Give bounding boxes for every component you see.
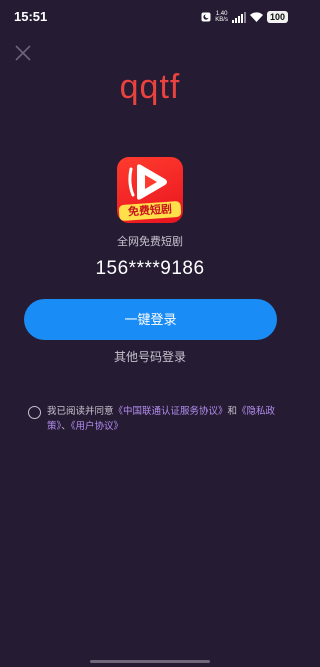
agreement-text: 我已阅读并同意《中国联通认证服务协议》和《隐私政策》、《用户协议》 [47,404,279,434]
agreement-prefix: 我已阅读并同意 [47,406,114,417]
play-icon [128,164,167,200]
app-subtitle: 全网免费短剧 [117,235,183,248]
app-title: qqtf [119,68,181,106]
other-number-login-link[interactable]: 其他号码登录 [0,348,300,365]
close-icon[interactable] [13,43,33,63]
one-click-login-button[interactable]: 一键登录 [24,299,277,340]
status-time: 15:51 [14,9,48,24]
do-not-disturb-icon [201,12,211,22]
signal-icon [231,11,246,23]
agreement-separator: 、 [61,421,71,432]
masked-phone-number: 156****9186 [95,258,205,279]
network-speed-unit: KB/s [215,17,228,23]
home-indicator[interactable] [90,660,210,663]
agreement-conj: 和 [227,406,238,417]
user-agreement-link[interactable]: 《用户协议》 [71,421,123,432]
app-logo: 免费短剧 [117,157,183,223]
network-speed: 1.40 KB/s [215,11,228,23]
battery-indicator: 100 [266,11,288,23]
logo-ribbon-text: 免费短剧 [118,200,182,222]
unicom-auth-agreement-link[interactable]: 《中国联通认证服务协议》 [114,406,228,417]
status-icons: 1.40 KB/s 100 [201,10,288,24]
agreement-radio[interactable] [28,406,41,419]
status-bar: 15:51 1.40 KB/s 100 [0,0,300,34]
wifi-icon [249,12,263,22]
